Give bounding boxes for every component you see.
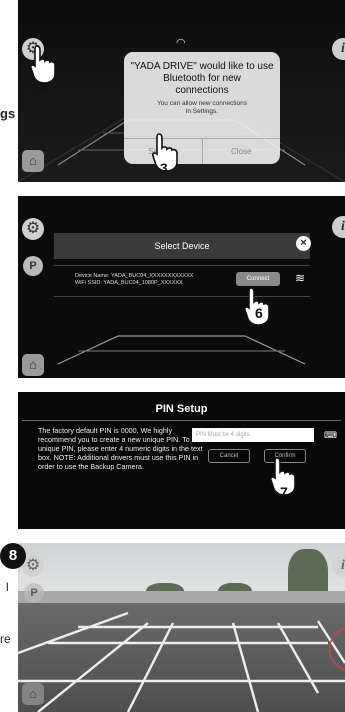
pin-setup-title: PIN Setup bbox=[155, 403, 208, 415]
pin-instructions: The factory default PIN is 0000. We high… bbox=[38, 426, 208, 471]
connect-button[interactable]: Connect bbox=[236, 272, 280, 286]
dialog-body: You can allow new connections in Setting… bbox=[124, 100, 280, 116]
divider bbox=[22, 420, 341, 421]
step-number: 3 bbox=[160, 160, 168, 176]
parking-button[interactable]: P bbox=[23, 256, 43, 276]
select-device-header: Select Device bbox=[54, 233, 310, 259]
home-icon[interactable]: ⌂ bbox=[22, 683, 44, 705]
dialog-title-line: "YADA DRIVE" would like to use bbox=[130, 61, 274, 72]
cancel-button[interactable]: Cancel bbox=[208, 449, 250, 463]
dialog-body-line: in Settings. bbox=[185, 108, 219, 115]
dialog-title-line: Bluetooth for new bbox=[163, 73, 241, 84]
guide-lines bbox=[57, 335, 306, 365]
close-button[interactable]: Close bbox=[201, 139, 281, 164]
dialog-body-line: You can allow new connections bbox=[156, 100, 248, 107]
pin-setup-screen: PIN Setup The factory default PIN is 000… bbox=[18, 392, 345, 529]
wifi-icon: ≋ bbox=[295, 271, 306, 285]
divider bbox=[54, 265, 310, 266]
dialog-title: "YADA DRIVE" would like to use Bluetooth… bbox=[124, 61, 280, 97]
side-label-gs: gs bbox=[0, 106, 16, 121]
backup-camera-view: ⚙ P ⌂ i bbox=[18, 543, 345, 712]
device-info: Device Name: YADA_BUC04_XXXXXXXXXXXX WiF… bbox=[75, 273, 193, 287]
step-number: 6 bbox=[255, 305, 263, 321]
device-name: Device Name: YADA_BUC04_XXXXXXXXXXXX bbox=[75, 273, 194, 279]
side-label-re: re bbox=[0, 632, 11, 646]
home-icon[interactable]: ⌂ bbox=[22, 354, 44, 376]
hand-pointer-icon bbox=[30, 45, 56, 84]
pin-input[interactable]: PIN Must be 4 digits. bbox=[192, 428, 314, 442]
side-label-l: l bbox=[6, 580, 9, 594]
bluetooth-permission-screen: ◠ ⚙ i ⌂ "YADA DRIVE" would like to use B… bbox=[18, 0, 345, 182]
step-number: 7 bbox=[280, 484, 288, 500]
home-icon[interactable]: ⌂ bbox=[22, 150, 44, 172]
step-badge: 8 bbox=[0, 543, 26, 569]
keyboard-icon[interactable]: ⌨ bbox=[324, 430, 337, 441]
parking-lines bbox=[18, 611, 345, 712]
close-icon[interactable]: × bbox=[296, 236, 311, 251]
bluetooth-permission-dialog: "YADA DRIVE" would like to use Bluetooth… bbox=[124, 52, 280, 164]
parking-button[interactable]: P bbox=[24, 583, 44, 603]
select-device-screen: ⚙ P i ⌂ Select Device × Device Name: YAD… bbox=[18, 196, 345, 378]
wifi-ssid: WiFi SSID: YADA_BUC04_1080P_XXXXXX bbox=[75, 280, 183, 286]
dialog-title-line: connections bbox=[175, 85, 229, 96]
step-number: 4 bbox=[38, 80, 46, 96]
wifi-signal-icon: ◠ bbox=[176, 37, 186, 49]
gear-icon[interactable]: ⚙ bbox=[22, 218, 44, 240]
dialog-buttons: Settings Close bbox=[124, 138, 280, 164]
